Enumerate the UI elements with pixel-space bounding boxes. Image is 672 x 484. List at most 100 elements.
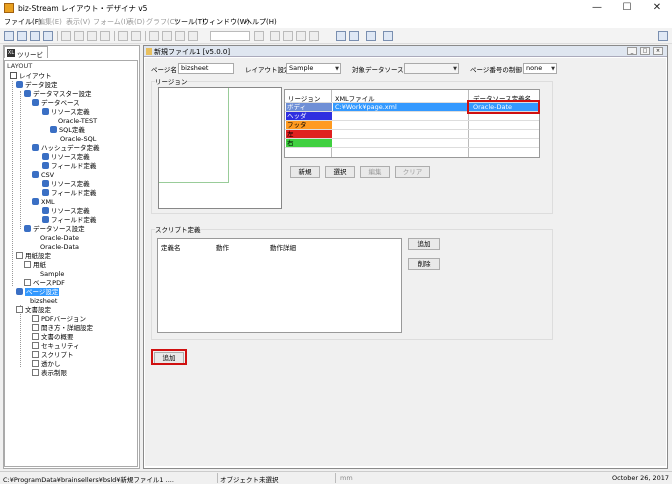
edit-icon[interactable] <box>658 31 668 41</box>
open-file-icon[interactable] <box>17 31 27 41</box>
tree-node-watermark[interactable]: 透かし <box>32 360 61 368</box>
menu-view[interactable]: 表示(V) <box>66 17 90 27</box>
tree-node-pdf-version[interactable]: PDFバージョン <box>32 315 86 323</box>
tree-node-hash-data[interactable]: ハッシュデータ定義 <box>32 144 100 152</box>
tree-node-hash-field[interactable]: フィールド定義 <box>42 162 96 170</box>
tree-node-xml[interactable]: XML <box>32 198 55 206</box>
menu-file[interactable]: ファイル(F) <box>4 17 42 27</box>
chart-icon[interactable] <box>296 31 306 41</box>
region-right[interactable]: 右 <box>286 139 332 147</box>
database-icon <box>32 99 39 106</box>
page-icon[interactable] <box>149 31 159 41</box>
paste-icon[interactable] <box>87 31 97 41</box>
tree-node-doc-summary[interactable]: 文書の概要 <box>32 333 74 341</box>
copy-icon[interactable] <box>74 31 84 41</box>
tree-node-data-master[interactable]: データマスター設定 <box>24 90 92 98</box>
region-footer[interactable]: フッタ <box>286 121 332 129</box>
region-left[interactable]: 左 <box>286 130 332 138</box>
tree-node-oracle-data[interactable]: Oracle-Data <box>40 243 79 251</box>
tree-node-bizsheet[interactable]: bizsheet <box>30 297 57 305</box>
tree-node-sample[interactable]: Sample <box>40 270 64 278</box>
layout-setting-select[interactable]: Sample ▼ <box>286 63 341 74</box>
chevron-down-icon: ▼ <box>551 66 555 72</box>
tree-node-datasource-settings[interactable]: データソース設定 <box>24 225 85 233</box>
tree-node-security[interactable]: セキュリティ <box>32 342 80 350</box>
doc-close-button[interactable]: × <box>653 47 663 55</box>
doc-minimize-button[interactable]: _ <box>627 47 637 55</box>
zoom-in-icon[interactable] <box>254 31 264 41</box>
database-icon <box>24 90 31 97</box>
tree-node-data-settings[interactable]: データ設定 <box>16 81 58 89</box>
doc-maximize-button[interactable]: □ <box>640 47 650 55</box>
tree-node-database[interactable]: データベース <box>32 99 80 107</box>
menu-edit[interactable]: 編集(E) <box>38 17 62 27</box>
preview-icon[interactable] <box>336 31 346 41</box>
menu-help[interactable]: ヘルプ(H) <box>245 17 277 27</box>
tree-node-doc-settings[interactable]: 文書設定 <box>16 306 51 314</box>
region-new-button[interactable]: 新規 <box>290 166 320 178</box>
region-body[interactable]: ボディ <box>286 103 332 111</box>
new-file-icon[interactable] <box>4 31 14 41</box>
image-icon[interactable] <box>309 31 319 41</box>
tree-node-oracle-sql[interactable]: Oracle-SQL <box>60 135 96 143</box>
region-clear-button[interactable]: クリア <box>395 166 430 178</box>
help-icon[interactable] <box>383 31 393 41</box>
close-button[interactable]: ✕ <box>642 0 672 16</box>
layout-icon[interactable] <box>270 31 280 41</box>
xml-file-cell[interactable]: C:¥Work¥page.xml <box>335 103 397 111</box>
tree-view-tab[interactable]: XL ツリービュー <box>4 46 48 69</box>
status-separator <box>335 473 336 483</box>
tool-icon[interactable] <box>366 31 376 41</box>
redo-icon[interactable] <box>131 31 141 41</box>
tree-node-layout[interactable]: レイアウト <box>10 72 52 80</box>
grid-icon[interactable] <box>162 31 172 41</box>
tree-node-xml-field[interactable]: フィールド定義 <box>42 216 96 224</box>
cut-icon[interactable] <box>61 31 71 41</box>
tree-node-csv-field[interactable]: フィールド定義 <box>42 189 96 197</box>
align-icon[interactable] <box>175 31 185 41</box>
table-icon[interactable] <box>283 31 293 41</box>
script-list[interactable]: 定義名 動作 動作詳細 <box>157 238 402 333</box>
page-number-select[interactable]: none ▼ <box>523 63 557 74</box>
script-action-header: 動作 <box>216 244 229 252</box>
tree-node-display-limit[interactable]: 表示制限 <box>32 369 67 377</box>
tree-node-hash-resource[interactable]: リソース定義 <box>42 153 90 161</box>
menu-window[interactable]: ウィンドウ(W) <box>202 17 249 27</box>
zoom-out-icon[interactable] <box>188 31 198 41</box>
script-delete-button[interactable]: 削除 <box>408 258 440 270</box>
undo-icon[interactable] <box>118 31 128 41</box>
zoom-combobox[interactable] <box>210 31 250 41</box>
tree-node-script[interactable]: スクリプト <box>32 351 74 359</box>
database-icon <box>42 153 49 160</box>
target-datasource-select[interactable]: ▼ <box>404 63 459 74</box>
layout-icon <box>10 72 17 79</box>
tree-node-xml-resource[interactable]: リソース定義 <box>42 207 90 215</box>
tree-node-paper-settings[interactable]: 用紙設定 <box>16 252 51 260</box>
tree-node-oracle-date[interactable]: Oracle-Date <box>40 234 79 242</box>
tree-node-csv-resource[interactable]: リソース定義 <box>42 180 90 188</box>
region-edit-button[interactable]: 編集 <box>360 166 390 178</box>
tree-node-base-pdf[interactable]: ベースPDF <box>24 279 65 287</box>
tree-node-open-detail[interactable]: 開き方・詳細設定 <box>32 324 93 332</box>
menu-table[interactable]: 表(D) <box>127 17 145 27</box>
toolbar-separator <box>114 31 115 41</box>
script-add-button[interactable]: 追加 <box>408 238 440 250</box>
menu-form[interactable]: フォーム(I) <box>93 17 128 27</box>
tree-node-paper[interactable]: 用紙 <box>24 261 46 269</box>
menu-graph[interactable]: グラフ(C) <box>146 17 177 27</box>
page-name-input[interactable]: bizsheet <box>178 63 234 74</box>
tree-node-page-settings[interactable]: ページ設定 <box>16 288 60 296</box>
tree-node-csv[interactable]: CSV <box>32 171 54 179</box>
region-header-row[interactable]: ヘッダ <box>286 112 332 120</box>
save-icon[interactable] <box>30 31 40 41</box>
region-select-button[interactable]: 選択 <box>325 166 355 178</box>
tree-node-resource-def[interactable]: リソース定義 <box>42 108 90 116</box>
minimize-button[interactable]: — <box>582 0 612 16</box>
tree-node-oracle-test[interactable]: Oracle-TEST <box>58 117 97 125</box>
menu-tool[interactable]: ツール(T) <box>174 17 205 27</box>
tree-node-sql-def[interactable]: SQL定義 <box>50 126 85 134</box>
maximize-button[interactable]: ☐ <box>612 0 642 16</box>
print-icon[interactable] <box>349 31 359 41</box>
save-all-icon[interactable] <box>43 31 53 41</box>
delete-icon[interactable] <box>100 31 110 41</box>
